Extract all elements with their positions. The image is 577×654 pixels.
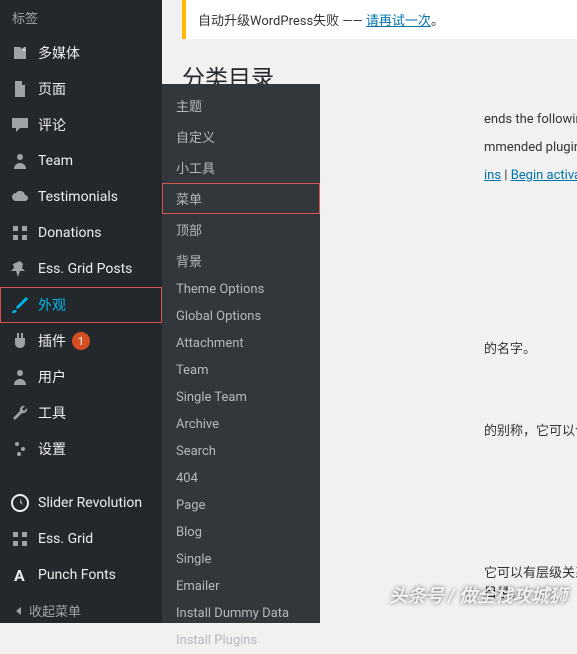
sidebar-item-pages[interactable]: 页面 [0,71,162,107]
plugin-icon [10,331,30,351]
submenu-customize[interactable]: 自定义 [162,121,320,152]
sidebar-item-media[interactable]: 多媒体 [0,35,162,71]
submenu-singleteam[interactable]: Single Team [162,384,320,411]
admin-sidebar: 标签 多媒体 页面 评论 Team Testimonials Donations… [0,0,162,623]
cloud-icon [10,187,30,207]
submenu-page[interactable]: Page [162,492,320,519]
sidebar-item-label: Donations [38,225,101,241]
font-icon: A [10,565,30,585]
brush-icon [10,295,30,315]
submenu-background[interactable]: 背景 [162,245,320,276]
sidebar-item-appearance[interactable]: 外观 [0,287,162,323]
submenu-team[interactable]: Team [162,357,320,384]
sidebar-item-sliderrev[interactable]: Slider Revolution [0,485,162,521]
team-icon [10,151,30,171]
essgrid-icon [10,529,30,549]
plugin-recommend-2: mmended plugin is currently inactive: Vi… [484,140,577,155]
media-icon [10,43,30,63]
submenu-header[interactable]: 顶部 [162,214,320,245]
ins-link[interactable]: ins [484,168,501,183]
watermark: 头条号 / 做全栈攻城狮 [390,582,567,608]
sidebar-item-label: Ess. Grid Posts [38,261,132,277]
grid-icon [10,223,30,243]
rev-icon [10,493,30,513]
submenu-menus[interactable]: 菜单 [162,183,320,214]
submenu-emailer[interactable]: Emailer [162,573,320,600]
wrench-icon [10,403,30,423]
sidebar-item-label: 工具 [38,403,66,423]
svg-text:A: A [14,566,25,585]
submenu-404[interactable]: 404 [162,465,320,492]
sidebar-item-settings[interactable]: 设置 [0,431,162,467]
sidebar-item-donations[interactable]: Donations [0,215,162,251]
sidebar-item-label: 插件 [38,331,66,351]
submenu-installplugins[interactable]: Install Plugins [162,627,320,654]
sidebar-item-label: 外观 [38,295,66,315]
sidebar-item-punchfonts[interactable]: A Punch Fonts [0,557,162,593]
name-desc: 的名字。 [484,338,536,357]
sidebar-item-label: Team [38,153,73,169]
sidebar-item-essgrid[interactable]: Ess. Grid [0,521,162,557]
sidebar-item-users[interactable]: 用户 [0,359,162,395]
sidebar-item-label: Testimonials [38,189,118,205]
submenu-search[interactable]: Search [162,438,320,465]
sidebar-item-label: Punch Fonts [38,567,116,583]
submenu-archive[interactable]: Archive [162,411,320,438]
sidebar-item-essgridposts[interactable]: Ess. Grid Posts [0,251,162,287]
slug-desc: 的别称，它可以令URL更美观。通常使用小写， [484,420,577,439]
page-icon [10,79,30,99]
user-icon [10,367,30,387]
collapse-icon [16,607,21,615]
submenu-widgets[interactable]: 小工具 [162,152,320,183]
sidebar-item-label: 页面 [38,79,66,99]
notice-suffix: 。 [431,14,444,29]
hierarchy-desc: 它可以有层级关系。您可以有一个"音乐"分类 [484,562,577,581]
sidebar-item-label: Ess. Grid [38,531,93,547]
sliders-icon [10,439,30,459]
sidebar-item-tools[interactable]: 工具 [0,395,162,431]
submenu-themes[interactable]: 主题 [162,90,320,121]
update-notice: 自动升级WordPress失败 —— 请再试一次。 [182,0,577,39]
sidebar-item-plugins[interactable]: 插件 1 [0,323,162,359]
sidebar-item-label: 收起菜单 [29,601,81,620]
sidebar-item-label: 设置 [38,439,66,459]
sidebar-item-label: 多媒体 [38,43,80,63]
pin-icon [10,259,30,279]
submenu-single[interactable]: Single [162,546,320,573]
notice-text: 自动升级WordPress失败 —— [198,14,366,29]
appearance-submenu: 主题 自定义 小工具 菜单 顶部 背景 Theme Options Global… [162,84,320,623]
sidebar-item-team[interactable]: Team [0,143,162,179]
sidebar-item-label: Slider Revolution [38,495,142,511]
activate-plugin-link[interactable]: Begin activating plugin [511,168,577,183]
submenu-themeoptions[interactable]: Theme Options [162,276,320,303]
submenu-blog[interactable]: Blog [162,519,320,546]
plugin-update-badge: 1 [72,332,90,350]
sidebar-item-label: 用户 [38,367,66,387]
submenu-attachment[interactable]: Attachment [162,330,320,357]
submenu-globaloptions[interactable]: Global Options [162,303,320,330]
sidebar-item-label: 评论 [38,115,66,135]
sidebar-item-comments[interactable]: 评论 [0,107,162,143]
plugin-actions: ins | Begin activating plugin | Dismiss … [484,168,577,183]
retry-link[interactable]: 请再试一次 [366,14,431,29]
sidebar-item-testimonials[interactable]: Testimonials [0,179,162,215]
sidebar-header[interactable]: 标签 [0,0,162,35]
plugin-recommend-1: ends the following plugins: Instagram Wi… [484,112,577,127]
comment-icon [10,115,30,135]
